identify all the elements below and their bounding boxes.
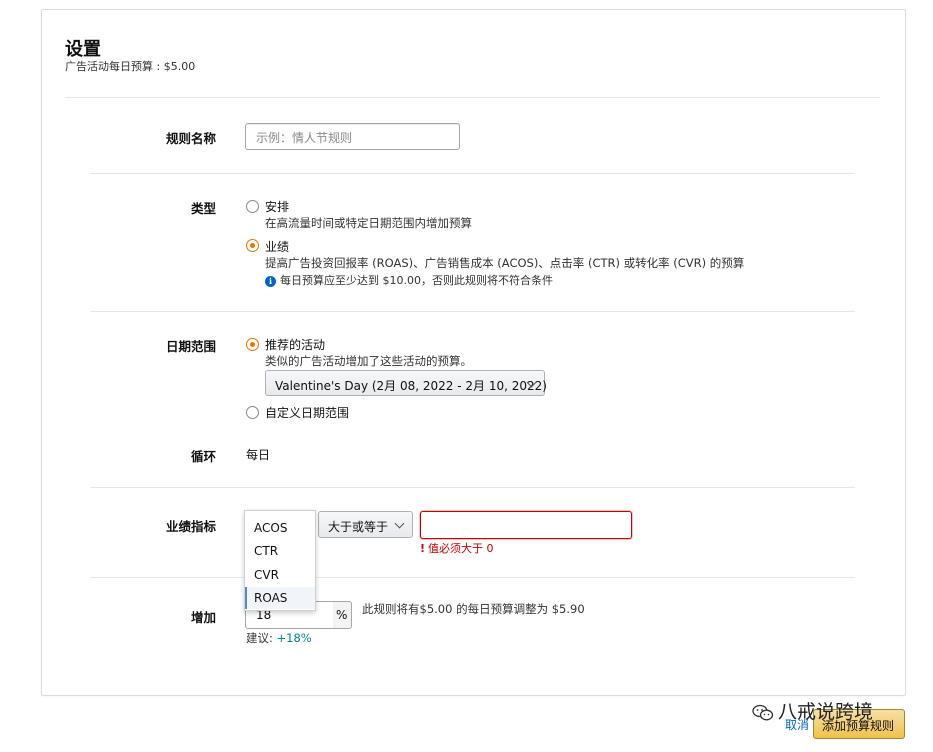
type-schedule-desc: 在高流量时间或特定日期范围内增加预算 bbox=[265, 216, 472, 230]
percent-unit-text: % bbox=[336, 608, 348, 622]
type-schedule-radio[interactable] bbox=[246, 200, 259, 213]
metric-option-roas[interactable]: ROAS bbox=[245, 587, 315, 609]
type-label: 类型 bbox=[190, 201, 216, 216]
date-custom-label[interactable]: 自定义日期范围 bbox=[265, 404, 349, 421]
metric-error: ! 值必须大于 0 bbox=[420, 540, 494, 556]
divider bbox=[90, 487, 855, 488]
date-custom-radio[interactable] bbox=[246, 406, 259, 419]
budget-info-text: 每日预算应至少达到 $10.00，否则此规则将不符合条件 bbox=[280, 274, 553, 287]
rule-name-label: 规则名称 bbox=[165, 131, 216, 146]
suggestion-label: 建议: bbox=[246, 631, 273, 645]
divider bbox=[90, 577, 855, 578]
watermark-text: 八戒说跨境 bbox=[778, 701, 874, 723]
metric-option-cvr[interactable]: CVR bbox=[245, 564, 315, 586]
type-schedule-label[interactable]: 安排 bbox=[265, 198, 289, 215]
type-performance-label[interactable]: 业绩 bbox=[265, 238, 289, 255]
metric-value-input[interactable] bbox=[420, 511, 632, 539]
watermark: 八戒说跨境 bbox=[752, 697, 873, 724]
percent-unit: % bbox=[333, 601, 352, 629]
suggestion-value[interactable]: +18% bbox=[277, 631, 312, 645]
type-performance-radio[interactable] bbox=[246, 239, 259, 252]
metric-option-acos[interactable]: ACOS bbox=[245, 517, 315, 539]
metric-error-text: 值必须大于 0 bbox=[428, 542, 494, 555]
rule-name-placeholder: 示例：情人节规则 bbox=[256, 131, 353, 145]
divider bbox=[65, 97, 880, 98]
error-icon: ! bbox=[420, 542, 426, 555]
wechat-icon bbox=[752, 704, 774, 722]
rule-name-input[interactable]: 示例：情人节规则 bbox=[245, 123, 460, 150]
date-range-label: 日期范围 bbox=[165, 339, 216, 354]
chevron-down-icon bbox=[394, 518, 405, 529]
suggestion: 建议: +18% bbox=[246, 630, 312, 646]
metric-option-ctr[interactable]: CTR bbox=[245, 540, 315, 562]
comparator-select[interactable]: 大于或等于 bbox=[318, 511, 413, 538]
recurrence-label: 循环 bbox=[190, 449, 216, 464]
metric-label: 业绩指标 bbox=[165, 519, 216, 534]
comparator-value: 大于或等于 bbox=[328, 520, 389, 534]
event-select-value: Valentine's Day (2月 08, 2022 - 2月 10, 20… bbox=[275, 379, 547, 393]
metric-dropdown[interactable]: ACOS CTR CVR ROAS bbox=[244, 510, 316, 611]
increase-summary: 此规则将有$5.00 的每日预算调整为 $5.90 bbox=[362, 602, 585, 616]
date-recommended-radio[interactable] bbox=[246, 338, 259, 351]
recurrence-value: 每日 bbox=[246, 448, 271, 462]
divider bbox=[90, 311, 855, 312]
divider bbox=[90, 173, 855, 174]
increase-label: 增加 bbox=[190, 610, 216, 625]
date-recommended-desc: 类似的广告活动增加了这些活动的预算。 bbox=[265, 354, 472, 368]
daily-budget-subtitle: 广告活动每日预算 : $5.00 bbox=[65, 60, 196, 73]
budget-info-note: i 每日预算应至少达到 $10.00，否则此规则将不符合条件 bbox=[265, 272, 553, 288]
date-recommended-label[interactable]: 推荐的活动 bbox=[265, 336, 325, 353]
info-icon: i bbox=[265, 275, 276, 287]
event-select[interactable]: Valentine's Day (2月 08, 2022 - 2月 10, 20… bbox=[265, 370, 547, 396]
type-performance-desc: 提高广告投资回报率 (ROAS)、广告销售成本 (ACOS)、点击率 (CTR)… bbox=[265, 256, 745, 270]
